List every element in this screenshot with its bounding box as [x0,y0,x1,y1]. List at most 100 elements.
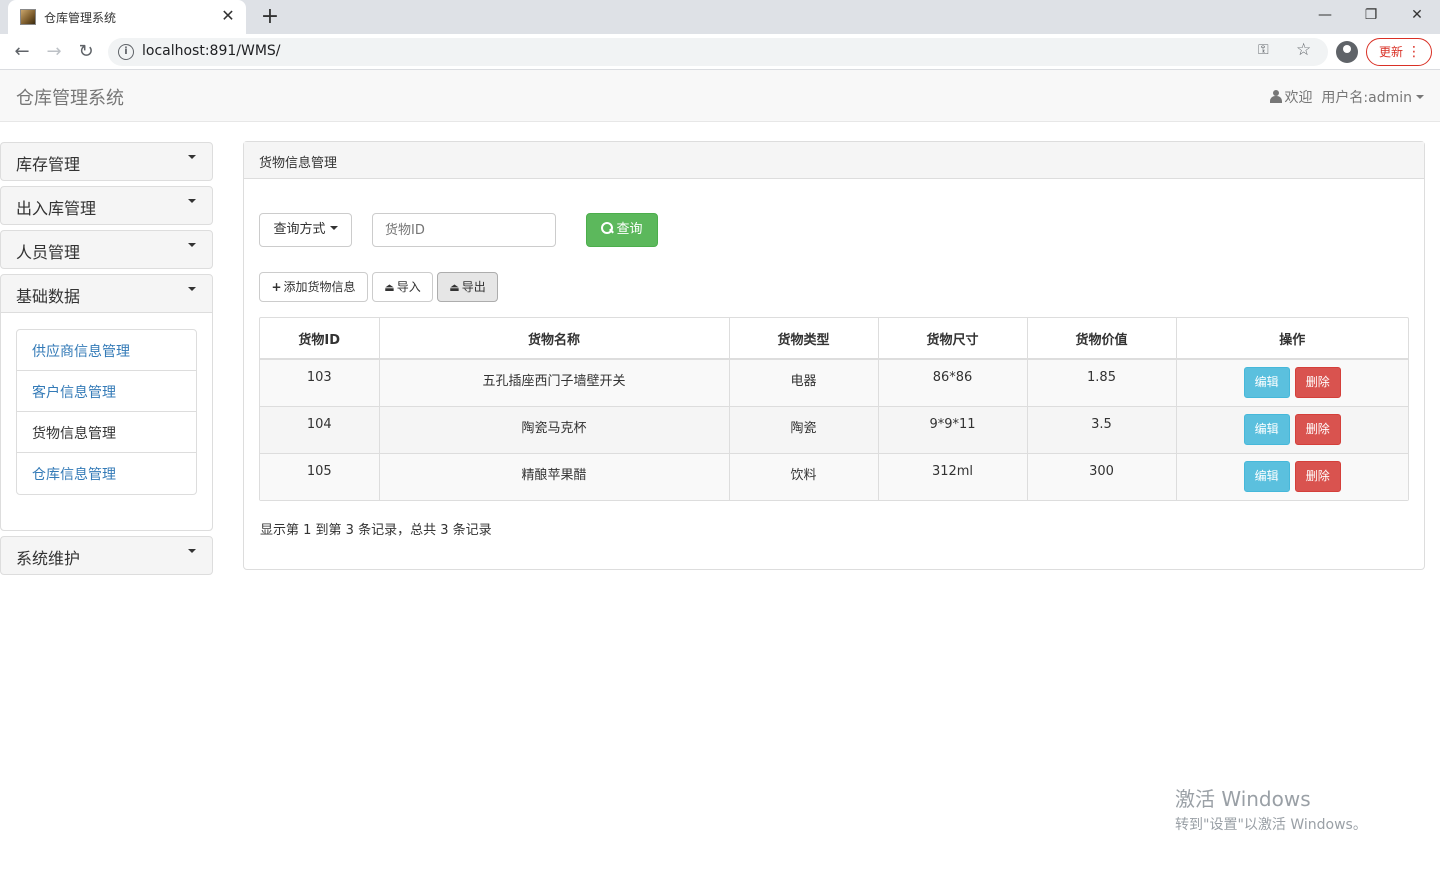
sidebar-group-body: 供应商信息管理 客户信息管理 货物信息管理 仓库信息管理 [1,312,212,530]
cell-value: 300 [1027,452,1177,500]
menu-dots-icon: ⋮ [1407,44,1421,60]
cell-type: 陶瓷 [729,405,879,453]
cell-name: 精酿苹果醋 [379,452,730,500]
column-header-value[interactable]: 货物价值 [1027,318,1177,360]
search-button[interactable]: 查询 [586,213,658,247]
app-brand[interactable]: 仓库管理系统 [16,84,124,110]
import-button[interactable]: ⏏ 导入 [372,272,433,302]
sidebar-item-warehouse[interactable]: 仓库信息管理 [17,453,196,494]
restore-button[interactable]: ❐ [1348,0,1394,30]
cell-size: 312ml [878,452,1028,500]
url-text[interactable]: localhost:891/WMS/ [142,43,281,59]
username-text: 用户名:admin [1321,90,1412,106]
new-tab-button[interactable]: + [258,4,282,30]
cell-size: 86*86 [878,358,1028,406]
sidebar-group-inventory: 库存管理 [0,142,213,181]
export-button[interactable]: ⏏ 导出 [437,272,498,302]
search-icon [601,222,614,234]
sidebar-group-system: 系统维护 [0,536,213,575]
cell-value: 1.85 [1027,358,1177,406]
sidebar-item-customer[interactable]: 客户信息管理 [17,371,196,412]
user-icon [1269,90,1282,103]
watermark-title: 激活 Windows [1175,787,1311,811]
cell-type: 电器 [729,358,879,406]
favicon-icon [20,9,36,25]
sidebar: 库存管理 出入库管理 人员管理 基础数据 供应商信息管理 客户信息管理 货物信息… [0,142,213,580]
goods-panel: 货物信息管理 查询方式 查询 +添加货物信息 ⏏导入 ⏏导出 货物ID 货物名称… [243,141,1425,570]
chevron-down-icon [329,226,338,230]
cell-id: 105 [260,452,380,500]
minimize-button[interactable]: — [1302,0,1348,30]
sidebar-group-header[interactable]: 人员管理 [1,231,212,268]
user-menu[interactable]: 欢迎 用户名:admin [1269,87,1424,107]
key-icon[interactable]: ⚿ [1258,42,1269,58]
search-button-label: 查询 [616,222,643,237]
import-icon: ⏏ [384,281,395,294]
table-row[interactable]: 103 五孔插座西门子墙壁开关 电器 86*86 1.85 编辑 删除 [260,358,1408,406]
column-header-size[interactable]: 货物尺寸 [878,318,1028,360]
goods-table: 货物ID 货物名称 货物类型 货物尺寸 货物价值 操作 103 五孔插座西门子墙… [259,317,1409,501]
sidebar-group-label: 出入库管理 [16,199,97,218]
cell-size: 9*9*11 [878,405,1028,453]
edit-button[interactable]: 编辑 [1243,460,1290,492]
forward-icon[interactable]: → [42,40,66,64]
app-navbar: 仓库管理系统 欢迎 用户名:admin [0,70,1440,122]
sidebar-group-header[interactable]: 系统维护 [1,537,212,574]
sidebar-submenu: 供应商信息管理 客户信息管理 货物信息管理 仓库信息管理 [16,329,197,495]
site-info-icon[interactable]: i [118,44,134,60]
pagination-info: 显示第 1 到第 3 条记录，总共 3 条记录 [260,523,492,538]
reload-icon[interactable]: ↻ [74,40,98,64]
chevron-down-icon [188,199,196,203]
welcome-text: 欢迎 [1284,90,1313,106]
edit-button[interactable]: 编辑 [1243,413,1290,445]
add-goods-label: 添加货物信息 [283,280,356,294]
delete-button[interactable]: 删除 [1294,367,1341,398]
cell-name: 五孔插座西门子墙壁开关 [379,358,730,406]
column-header-name[interactable]: 货物名称 [379,318,730,360]
sidebar-group-header[interactable]: 出入库管理 [1,187,212,224]
cell-id: 104 [260,405,380,453]
address-bar[interactable]: i localhost:891/WMS/ ⚿ ☆ [108,38,1328,66]
sidebar-group-label: 库存管理 [16,155,81,174]
cell-name: 陶瓷马克杯 [379,405,730,453]
delete-button[interactable]: 删除 [1294,460,1341,492]
sidebar-group-header[interactable]: 库存管理 [1,143,212,180]
add-goods-button[interactable]: + 添加货物信息 [259,272,368,302]
sidebar-group-staff: 人员管理 [0,230,213,269]
sidebar-group-basedata: 基础数据 供应商信息管理 客户信息管理 货物信息管理 仓库信息管理 [0,274,213,531]
cell-actions: 编辑 删除 [1176,452,1408,500]
column-header-id[interactable]: 货物ID [260,318,380,360]
delete-button[interactable]: 删除 [1294,413,1341,445]
sidebar-group-header[interactable]: 基础数据 [1,275,212,312]
edit-button[interactable]: 编辑 [1243,367,1290,398]
query-mode-dropdown[interactable]: 查询方式 [259,213,352,247]
sidebar-group-inout: 出入库管理 [0,186,213,225]
column-header-type[interactable]: 货物类型 [729,318,879,360]
browser-tab[interactable]: 仓库管理系统 ✕ [8,0,246,34]
cell-value: 3.5 [1027,405,1177,453]
table-row[interactable]: 105 精酿苹果醋 饮料 312ml 300 编辑 删除 [260,452,1408,500]
sidebar-item-supplier[interactable]: 供应商信息管理 [17,330,196,371]
sidebar-group-label: 人员管理 [16,243,81,262]
update-button[interactable]: 更新 ⋮ [1366,38,1432,66]
sidebar-group-label: 基础数据 [16,287,81,306]
chevron-down-icon [188,287,196,291]
chevron-down-icon [188,243,196,247]
update-label: 更新 [1379,45,1404,59]
table-row[interactable]: 104 陶瓷马克杯 陶瓷 9*9*11 3.5 编辑 删除 [260,405,1408,453]
back-icon[interactable]: ← [10,40,34,64]
bookmark-star-icon[interactable]: ☆ [1296,40,1311,60]
chevron-down-icon [188,155,196,159]
watermark-subtitle: 转到"设置"以激活 Windows。 [1175,817,1367,833]
cell-actions: 编辑 删除 [1176,405,1408,453]
tab-close-icon[interactable]: ✕ [218,6,238,26]
search-input[interactable] [372,213,556,247]
windows-activation-watermark: 激活 Windows 转到"设置"以激活 Windows。 [1175,783,1367,834]
export-icon: ⏏ [449,281,460,294]
window-close-button[interactable]: ✕ [1394,0,1440,30]
profile-avatar-icon[interactable] [1336,41,1358,63]
export-label: 导出 [461,280,486,294]
sidebar-item-goods[interactable]: 货物信息管理 [17,412,196,453]
browser-tabstrip: 仓库管理系统 ✕ + — ❐ ✕ [0,0,1440,34]
cell-actions: 编辑 删除 [1176,358,1408,406]
